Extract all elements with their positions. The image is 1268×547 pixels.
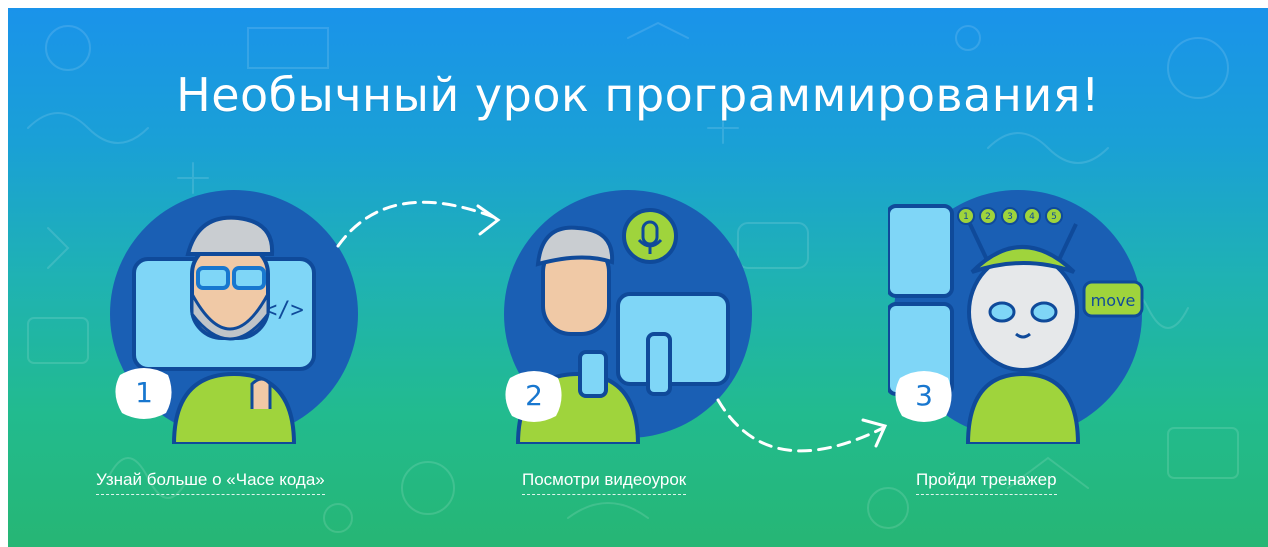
microphone-icon	[622, 208, 678, 264]
dot-label: 4	[1029, 212, 1035, 222]
hero-banner: Необычный урок программирования! </> 1 2…	[8, 8, 1268, 547]
step-badge-1: 1	[112, 365, 176, 421]
step-number: 1	[135, 376, 153, 409]
dashed-arrow-icon	[336, 200, 501, 248]
learn-more-link[interactable]: Узнай больше о «Часе кода»	[96, 470, 325, 495]
dashed-arrow-icon	[716, 398, 888, 453]
speech-bubble-label: move	[1091, 291, 1136, 310]
take-trainer-link[interactable]: Пройди тренажер	[916, 470, 1057, 495]
dot-label: 1	[963, 212, 969, 222]
page-title: Необычный урок программирования!	[176, 68, 1100, 122]
step-badge-3: 3	[892, 368, 956, 424]
watch-video-link[interactable]: Посмотри видеоурок	[522, 470, 687, 495]
dot-label: 5	[1051, 212, 1057, 222]
dot-label: 3	[1007, 212, 1013, 222]
step-number: 2	[525, 379, 543, 412]
step-badge-2: 2	[502, 368, 566, 424]
dot-label: 2	[985, 212, 991, 222]
step-number: 3	[915, 379, 933, 412]
